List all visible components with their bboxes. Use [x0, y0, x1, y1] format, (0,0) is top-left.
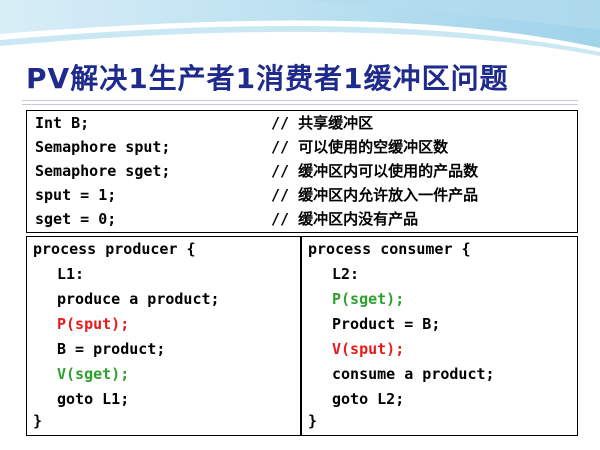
- slide-title: PV解决1生产者1消费者1缓冲区问题: [26, 62, 509, 95]
- decl-code-2: Semaphore sget;: [35, 162, 171, 180]
- producer-line-3: P(sput);: [57, 315, 130, 333]
- consumer-line-7: }: [308, 412, 318, 430]
- title-divider-2: [22, 104, 578, 105]
- decl-code-4: sget = 0;: [35, 210, 117, 228]
- producer-line-2: produce a product;: [57, 290, 220, 308]
- decl-comment-1: // 可以使用的空缓冲区数: [271, 138, 449, 156]
- producer-line-1: L1:: [57, 265, 85, 283]
- producer-line-4: B = product;: [57, 340, 166, 358]
- decl-comment-4: // 缓冲区内没有产品: [271, 210, 419, 228]
- producer-line-6: goto L1;: [57, 390, 130, 408]
- decl-comment-3: // 缓冲区内允许放入一件产品: [271, 186, 479, 204]
- producer-line-5: V(sget);: [57, 365, 130, 383]
- producer-box: process producer { L1: produce a product…: [26, 236, 301, 436]
- decl-code-1: Semaphore sput;: [35, 138, 171, 156]
- title-divider: [22, 100, 578, 101]
- consumer-line-6: goto L2;: [332, 390, 405, 408]
- decl-comment-2: // 缓冲区内可以使用的产品数: [271, 162, 479, 180]
- consumer-line-4: V(sput);: [332, 340, 405, 358]
- decl-comment-0: // 共享缓冲区: [271, 114, 374, 132]
- consumer-line-5: consume a product;: [332, 365, 495, 383]
- decl-code-3: sput = 1;: [35, 186, 117, 204]
- declarations-box: Int B; // 共享缓冲区 Semaphore sput; // 可以使用的…: [26, 110, 578, 233]
- consumer-line-0: process consumer {: [308, 240, 471, 258]
- producer-line-7: }: [33, 412, 43, 430]
- producer-line-0: process producer {: [33, 240, 196, 258]
- consumer-line-1: L2:: [332, 265, 360, 283]
- decl-code-0: Int B;: [35, 114, 90, 132]
- consumer-line-3: Product = B;: [332, 315, 441, 333]
- consumer-line-2: P(sget);: [332, 290, 405, 308]
- consumer-box: process consumer { L2: P(sget); Product …: [301, 236, 578, 436]
